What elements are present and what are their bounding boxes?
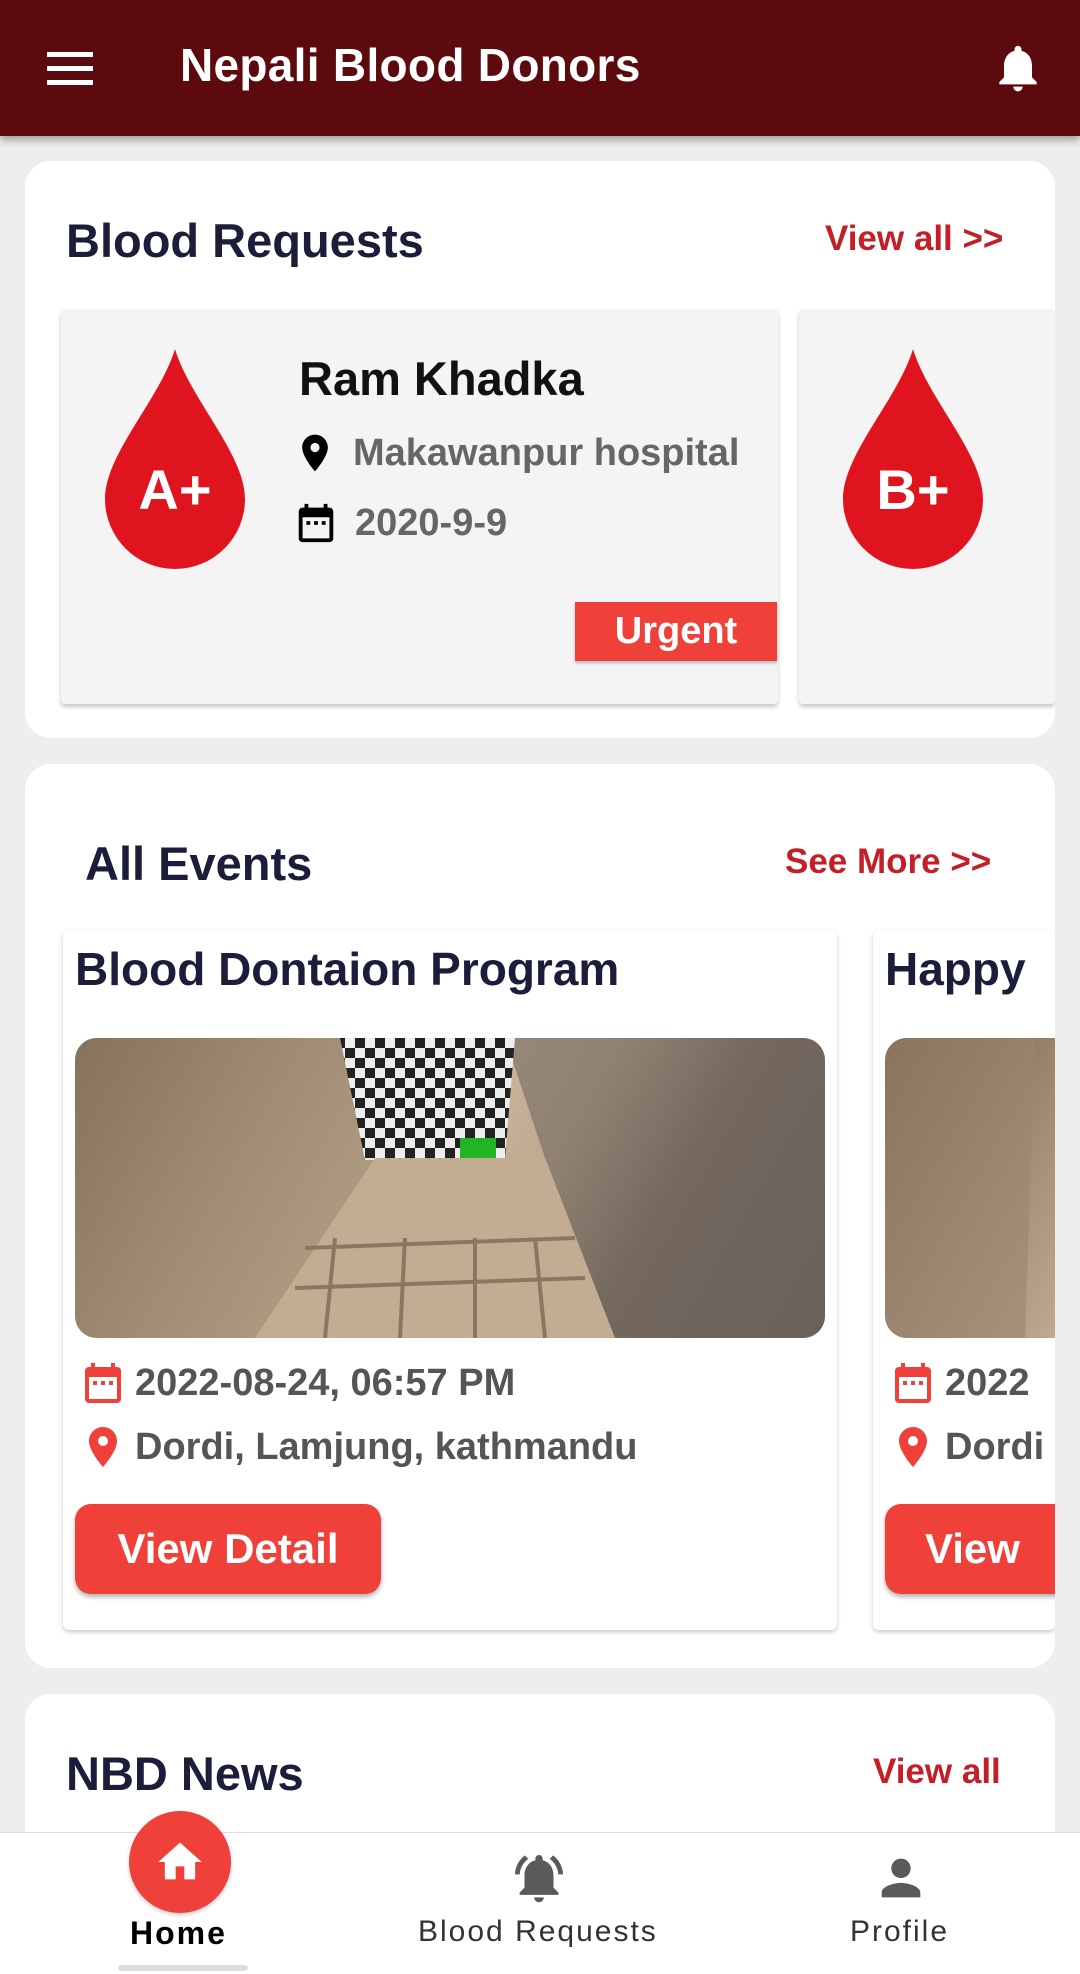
nav-label-home[interactable]: Home (130, 1915, 227, 1952)
menu-icon[interactable] (40, 40, 100, 96)
view-all-news-link[interactable]: View all (873, 1752, 1001, 1792)
event-card[interactable]: Happy 2022 Dordi View (873, 930, 1055, 1630)
nav-label-profile[interactable]: Profile (850, 1915, 949, 1949)
event-location-row: Dordi (889, 1422, 1044, 1472)
view-all-requests-link[interactable]: View all >> (825, 219, 1003, 259)
person-icon[interactable] (872, 1849, 930, 1907)
home-nav-button[interactable] (129, 1811, 231, 1913)
event-datetime: 2022 (945, 1361, 1030, 1404)
events-heading: All Events (85, 837, 313, 890)
blood-group-label: A+ (138, 458, 212, 521)
location-pin-icon (899, 1427, 927, 1467)
nav-label-blood-requests[interactable]: Blood Requests (418, 1915, 658, 1949)
see-more-events-link[interactable]: See More >> (785, 842, 991, 882)
events-section: All Events See More >> Blood Dontaion Pr… (25, 764, 1055, 1668)
event-datetime-row: 2022-08-24, 06:57 PM (79, 1358, 515, 1408)
blood-requests-heading: Blood Requests (66, 214, 424, 267)
event-location: Dordi (945, 1425, 1045, 1468)
request-location-row: Makawanpur hospital (293, 429, 739, 477)
calendar-icon (895, 1363, 931, 1403)
event-datetime-row: 2022 (889, 1358, 1030, 1408)
event-image (885, 1038, 1055, 1338)
urgent-badge: Urgent (575, 602, 777, 661)
location-pin-icon (89, 1427, 117, 1467)
view-detail-button[interactable]: View (885, 1504, 1055, 1594)
requester-name: Ram Khadka (299, 352, 584, 405)
calendar-icon (85, 1363, 121, 1403)
blood-requests-section: Blood Requests View all >> A+ Ram Khadka… (25, 161, 1055, 738)
view-detail-button[interactable]: View Detail (75, 1504, 381, 1594)
app-title: Nepali Blood Donors (180, 39, 641, 91)
blood-group-label: B+ (876, 458, 950, 521)
event-photo (75, 1038, 825, 1338)
blood-requests-nav-icon[interactable] (510, 1849, 568, 1907)
bottom-navigation: Home Blood Requests Profile (0, 1811, 1080, 1974)
blood-request-card[interactable]: B+ (799, 309, 1055, 704)
event-card[interactable]: Blood Dontaion Program 2022-08-24, 06:57… (63, 930, 837, 1630)
calendar-icon (298, 503, 334, 543)
location-pin-icon (302, 434, 328, 472)
request-location: Makawanpur hospital (353, 431, 740, 474)
event-photo (885, 1038, 1035, 1338)
event-title: Blood Dontaion Program (75, 943, 620, 995)
home-indicator (118, 1965, 248, 1971)
event-image (75, 1038, 825, 1338)
home-icon (158, 1842, 202, 1880)
notification-bell-icon[interactable] (990, 38, 1046, 98)
request-date-row: 2020-9-9 (293, 499, 507, 547)
news-heading: NBD News (66, 1747, 304, 1800)
request-date: 2020-9-9 (355, 501, 508, 544)
event-location: Dordi, Lamjung, kathmandu (135, 1425, 638, 1468)
app-bar: Nepali Blood Donors (0, 0, 1080, 136)
event-title: Happy (885, 943, 1026, 995)
blood-request-card[interactable]: A+ Ram Khadka Makawanpur hospital 2020-9… (61, 309, 778, 704)
event-location-row: Dordi, Lamjung, kathmandu (79, 1422, 637, 1472)
event-datetime: 2022-08-24, 06:57 PM (135, 1361, 516, 1404)
